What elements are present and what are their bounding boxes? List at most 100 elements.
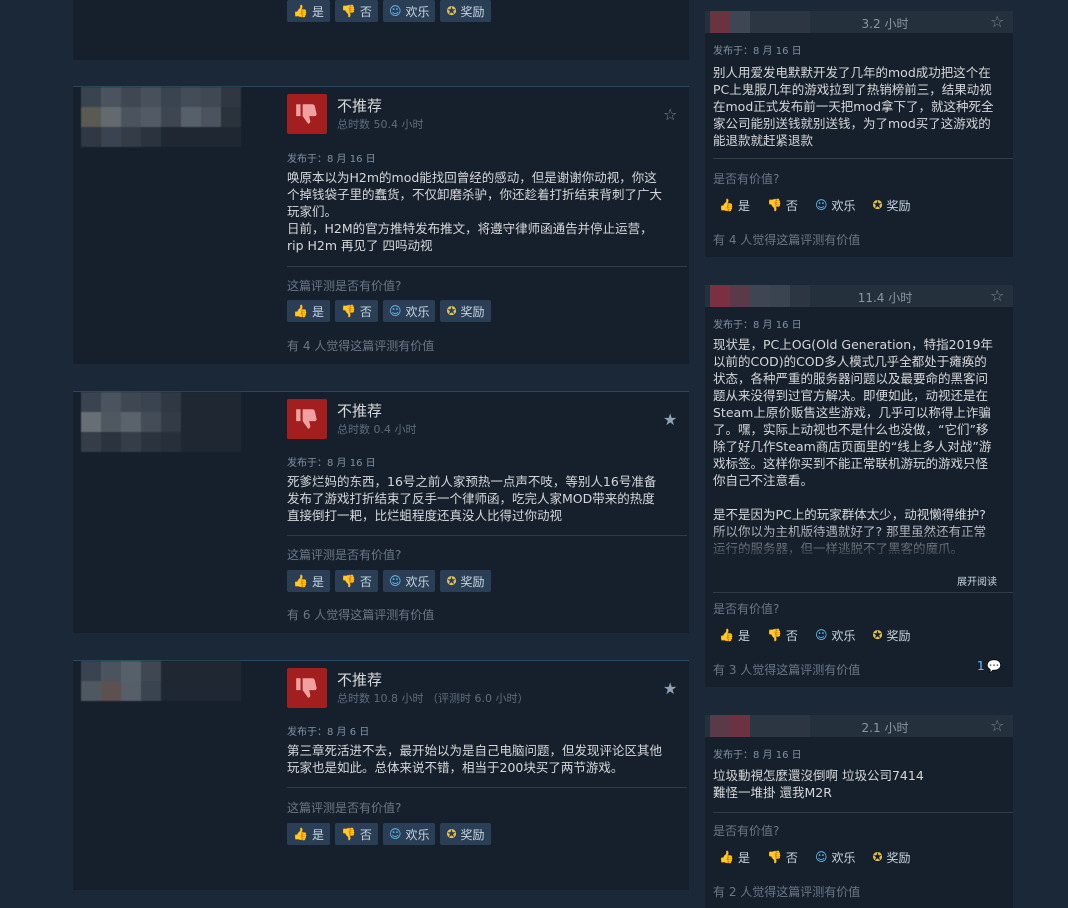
thumbs-up-icon: 👍 — [293, 304, 308, 318]
thumbs-up-icon: 👍 — [719, 850, 734, 864]
posted-date: 发布于：8 月 16 日 — [287, 154, 376, 165]
helpful-buttons: 👍 是 👎 否 ☺ 欢乐 ✪ 奖励 — [713, 194, 917, 216]
review-verdict[interactable]: 不推荐 — [337, 95, 382, 116]
helpful-count: 有 2 人觉得这篇评测有价值 — [713, 885, 861, 899]
vote-no-button[interactable]: 👎 否 — [334, 300, 378, 322]
helpful-count: 有 4 人觉得这篇评测有价值 — [287, 339, 435, 353]
divider — [713, 812, 1013, 813]
award-button[interactable]: ✪ 奖励 — [866, 846, 916, 868]
avatar[interactable] — [81, 661, 243, 725]
divider — [287, 535, 687, 536]
review-header: 2.1 小时 ☆ — [705, 715, 1013, 737]
vote-no-button[interactable]: 👎 否 — [334, 570, 378, 592]
award-ribbon-icon: ✪ — [446, 304, 457, 318]
star-icon[interactable]: ☆ — [663, 105, 677, 124]
star-icon[interactable]: ☆ — [990, 716, 1004, 735]
helpful-count: 有 4 人觉得这篇评测有价值 — [713, 233, 861, 247]
avatar[interactable] — [710, 11, 810, 33]
divider — [287, 266, 687, 267]
smiley-icon: ☺ — [814, 198, 828, 212]
award-ribbon-icon: ✪ — [872, 198, 883, 212]
helpful-buttons: 👍 是 👎 否 ☺ 欢乐 ✪ 奖励 — [287, 0, 491, 22]
review-verdict[interactable]: 不推荐 — [337, 400, 382, 421]
helpful-buttons: 👍 是 👎 否 ☺ 欢乐 ✪ 奖励 — [287, 823, 491, 845]
review-hours: 11.4 小时 — [857, 291, 913, 305]
star-icon[interactable]: ☆ — [990, 286, 1004, 305]
divider — [713, 592, 1013, 593]
vote-yes-button[interactable]: 👍 是 — [287, 0, 330, 22]
thumbs-down-icon: 👎 — [766, 628, 782, 642]
star-icon[interactable]: ★ — [663, 679, 677, 698]
vote-funny-button[interactable]: ☺ 欢乐 — [382, 300, 436, 322]
vote-no-button[interactable]: 👎 否 — [761, 846, 804, 868]
posted-date: 发布于：8 月 16 日 — [713, 320, 802, 331]
award-button[interactable]: ✪ 奖励 — [866, 624, 916, 646]
review-verdict[interactable]: 不推荐 — [337, 669, 382, 690]
award-button[interactable]: ✪ 奖励 — [866, 194, 916, 216]
star-icon[interactable]: ★ — [663, 410, 677, 429]
vote-no-button[interactable]: 👎 否 — [761, 194, 804, 216]
divider — [287, 787, 687, 788]
helpful-buttons: 👍 是 👎 否 ☺ 欢乐 ✪ 奖励 — [287, 300, 491, 322]
review-card: 👍 是 👎 否 ☺ 欢乐 ✪ 奖励 — [73, 0, 689, 60]
review-text: 第三章死活进不去，最开始以为是自己电脑问题，但发现评论区其他 玩家也是如此。总体… — [287, 743, 663, 775]
thumbs-down-icon: 👎 — [766, 198, 782, 212]
review-text: 死爹烂妈的东西，16号之前人家预热一点声不吱，等别人16号准备 发布了游戏打折结… — [287, 474, 657, 523]
award-button[interactable]: ✪ 奖励 — [440, 823, 491, 845]
smiley-icon: ☺ — [388, 304, 402, 318]
vote-yes-button[interactable]: 👍 是 — [713, 194, 756, 216]
vote-funny-button[interactable]: ☺ 欢乐 — [809, 194, 862, 216]
vote-funny-button[interactable]: ☺ 欢乐 — [809, 624, 862, 646]
award-button[interactable]: ✪ 奖励 — [440, 0, 491, 22]
review-hours: 总时数 0.4 小时 — [337, 423, 417, 436]
vote-yes-button[interactable]: 👍 是 — [287, 300, 330, 322]
posted-date: 发布于：8 月 16 日 — [713, 750, 802, 761]
review-header: 3.2 小时 ☆ — [705, 11, 1013, 33]
review-card: 11.4 小时 ☆ 发布于：8 月 16 日 现状是，PC上OG(Old Gen… — [705, 285, 1013, 687]
helpful-count: 有 3 人觉得这篇评测有价值 — [713, 663, 861, 677]
comment-count[interactable]: 1 💬 — [977, 659, 1002, 673]
thumbs-up-icon: 👍 — [719, 628, 734, 642]
vote-no-button[interactable]: 👎 否 — [334, 0, 378, 22]
vote-no-button[interactable]: 👎 否 — [334, 823, 378, 845]
award-button[interactable]: ✪ 奖励 — [440, 570, 491, 592]
award-ribbon-icon: ✪ — [446, 827, 457, 841]
vote-funny-button[interactable]: ☺ 欢乐 — [809, 846, 862, 868]
smiley-icon: ☺ — [388, 574, 402, 588]
award-button[interactable]: ✪ 奖励 — [440, 300, 491, 322]
helpful-question: 是否有价值? — [713, 602, 780, 616]
helpful-count: 有 6 人觉得这篇评测有价值 — [287, 608, 435, 622]
star-icon[interactable]: ☆ — [990, 12, 1004, 31]
avatar[interactable] — [710, 715, 810, 737]
vote-yes-button[interactable]: 👍 是 — [287, 570, 330, 592]
divider — [713, 158, 1013, 159]
award-ribbon-icon: ✪ — [872, 850, 883, 864]
vote-yes-button[interactable]: 👍 是 — [287, 823, 330, 845]
posted-date: 发布于：8 月 16 日 — [713, 46, 802, 57]
speech-bubble-icon: 💬 — [986, 659, 1002, 673]
thumbs-down-icon — [287, 94, 327, 134]
vote-funny-button[interactable]: ☺ 欢乐 — [382, 0, 436, 22]
smiley-icon: ☺ — [814, 628, 828, 642]
vote-yes-button[interactable]: 👍 是 — [713, 624, 756, 646]
expand-link[interactable]: 展开阅读 — [957, 573, 997, 588]
text-fade — [705, 523, 1013, 563]
avatar[interactable] — [81, 392, 243, 456]
vote-no-button[interactable]: 👎 否 — [761, 624, 804, 646]
vote-funny-button[interactable]: ☺ 欢乐 — [382, 823, 436, 845]
review-card: 不推荐 总时数 10.8 小时 （评测时 6.0 小时） ★ 发布于：8 月 6… — [73, 660, 689, 890]
avatar[interactable] — [710, 285, 810, 307]
thumbs-down-icon — [287, 668, 327, 708]
vote-funny-button[interactable]: ☺ 欢乐 — [382, 570, 436, 592]
review-card: 2.1 小时 ☆ 发布于：8 月 16 日 垃圾動視怎麼還沒倒啊 垃圾公司741… — [705, 715, 1013, 908]
thumbs-up-icon: 👍 — [293, 4, 308, 18]
thumbs-down-icon: 👎 — [340, 827, 356, 841]
review-card: 不推荐 总时数 50.4 小时 ☆ 发布于：8 月 16 日 唤原本以为H2m的… — [73, 86, 689, 364]
review-hours: 3.2 小时 — [861, 17, 909, 31]
avatar[interactable] — [81, 87, 243, 151]
award-ribbon-icon: ✪ — [872, 628, 883, 642]
review-card: 3.2 小时 ☆ 发布于：8 月 16 日 别人用爱发电默默开发了几年的mod成… — [705, 11, 1013, 257]
posted-date: 发布于：8 月 16 日 — [287, 458, 376, 469]
helpful-question: 是否有价值? — [713, 172, 780, 186]
vote-yes-button[interactable]: 👍 是 — [713, 846, 756, 868]
